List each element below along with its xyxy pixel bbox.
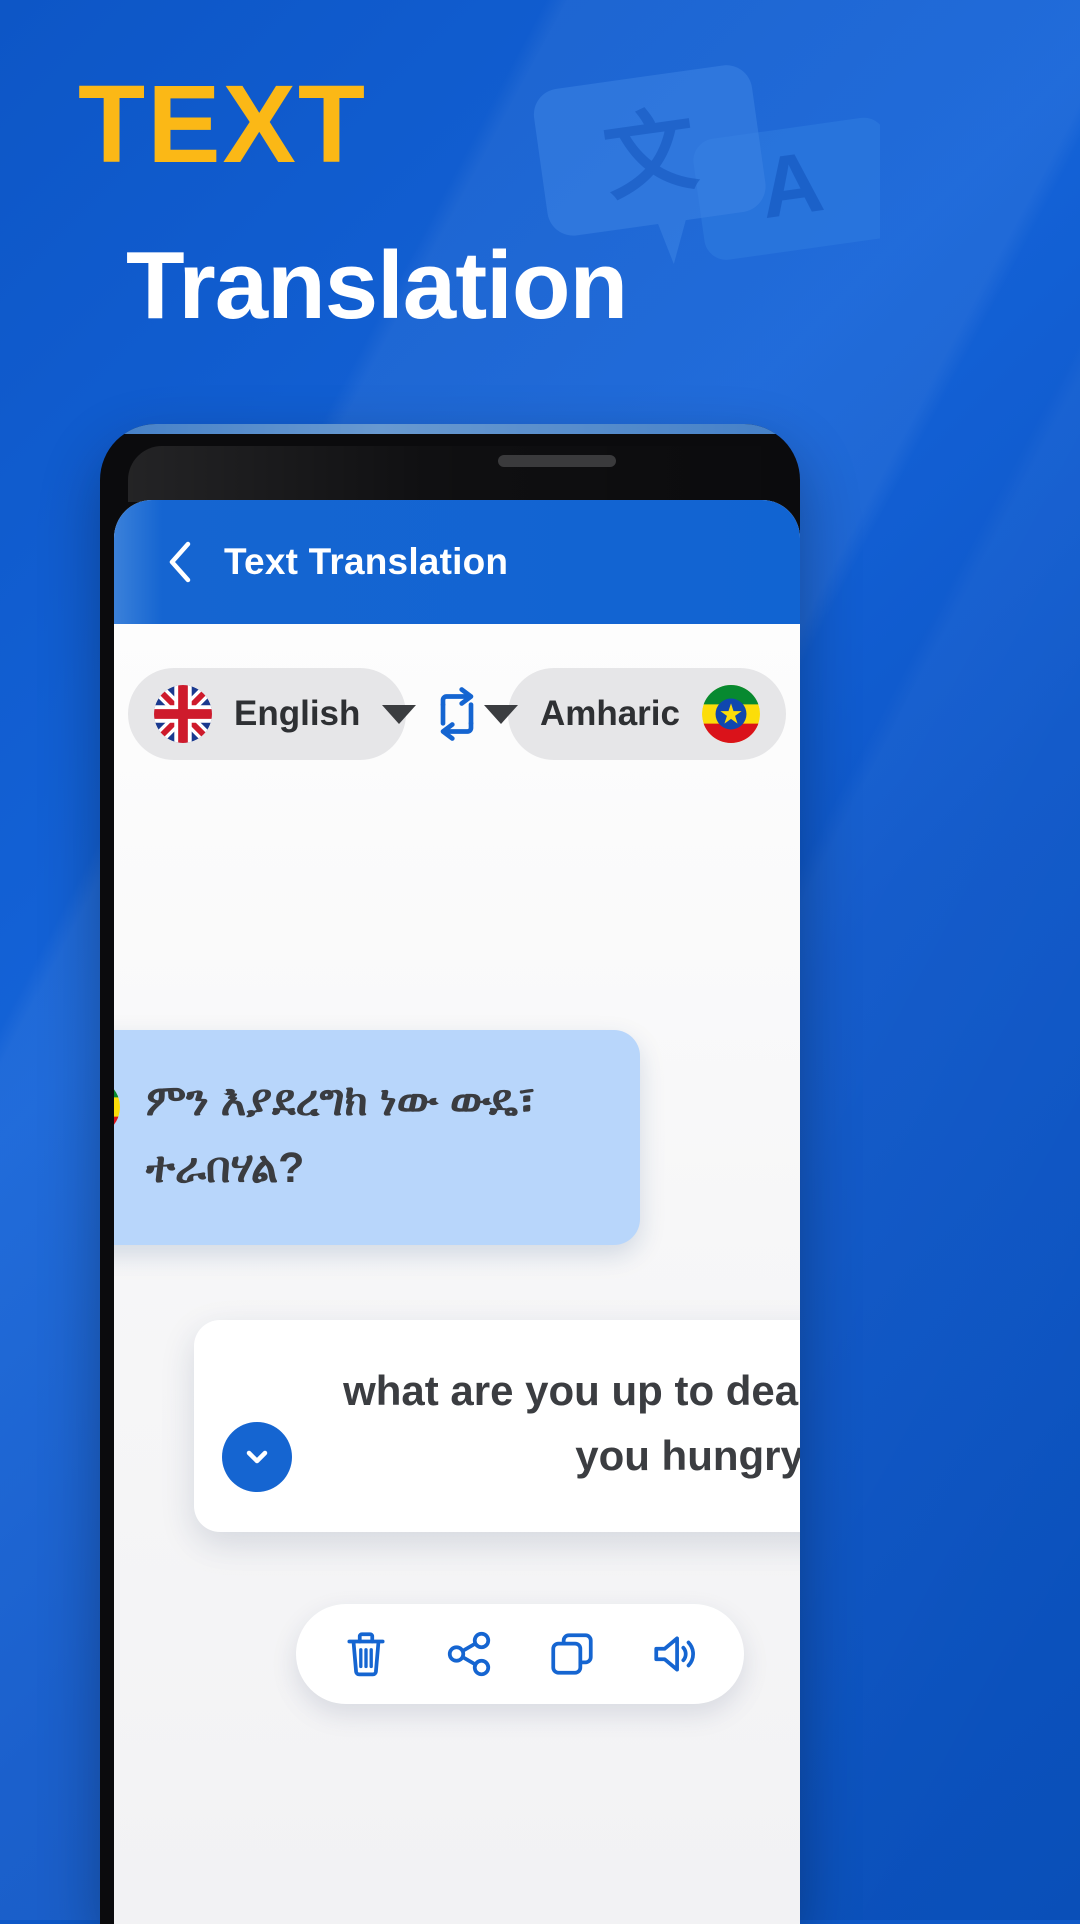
target-language-label: Amharic bbox=[539, 694, 680, 733]
earpiece-speaker bbox=[498, 455, 616, 467]
share-icon bbox=[447, 1631, 490, 1677]
uk-flag-icon bbox=[154, 685, 212, 743]
copy-icon bbox=[550, 1633, 593, 1675]
chevron-left-icon bbox=[169, 541, 191, 583]
translation-result-body: what are you up to dear, Are you hungry? bbox=[314, 1358, 800, 1495]
ethiopia-flag-icon bbox=[702, 685, 760, 743]
chevron-down-icon bbox=[483, 704, 518, 724]
share-button[interactable] bbox=[431, 1616, 507, 1692]
swap-languages-button[interactable] bbox=[420, 686, 494, 742]
back-button[interactable] bbox=[160, 541, 200, 583]
source-message-text: ምን እያደረግክ ነው ውዴ፣ ተራበሃል? bbox=[146, 1077, 536, 1192]
phone-edge-highlight bbox=[100, 424, 800, 434]
speak-button[interactable] bbox=[637, 1616, 713, 1692]
copy-button[interactable] bbox=[534, 1616, 610, 1692]
source-message-bubble[interactable]: ምን እያደረግክ ነው ውዴ፣ ተራበሃል? bbox=[114, 1030, 640, 1246]
phone-mockup: Text Translation English Amharic ምን እያደረ… bbox=[100, 424, 800, 1924]
trash-icon bbox=[346, 1632, 385, 1677]
source-language-selector[interactable]: English bbox=[128, 668, 417, 760]
phone-bezel-sheen bbox=[128, 446, 800, 502]
delete-button[interactable] bbox=[328, 1616, 404, 1692]
headline-primary: TEXT bbox=[78, 63, 368, 186]
source-language-label: English bbox=[234, 694, 361, 733]
app-bar: Text Translation bbox=[114, 500, 800, 624]
translation-screen-body: English Amharic ምን እያደረግክ ነው ውዴ፣ ተራበሃል? … bbox=[114, 624, 800, 1924]
target-language-selector[interactable]: Amharic bbox=[483, 668, 786, 760]
translation-result-text: what are you up to dear, Are you hungry? bbox=[343, 1366, 800, 1479]
message-action-toolbar bbox=[296, 1604, 744, 1704]
chevron-down-icon bbox=[382, 704, 417, 724]
chevron-down-circle-icon bbox=[246, 1450, 268, 1464]
headline-secondary: Translation bbox=[126, 232, 628, 339]
promo-headline: TEXT Translation bbox=[0, 70, 1080, 334]
speaker-icon bbox=[653, 1636, 695, 1672]
expand-translation-button[interactable] bbox=[222, 1422, 292, 1492]
swap-languages-icon bbox=[440, 687, 474, 741]
language-selector-row: English Amharic bbox=[114, 668, 800, 760]
phone-screen: Text Translation English Amharic ምን እያደረ… bbox=[114, 500, 800, 1924]
translation-result-card[interactable]: what are you up to dear, Are you hungry? bbox=[194, 1320, 800, 1532]
ethiopia-flag-icon bbox=[114, 1078, 120, 1136]
page-title: Text Translation bbox=[224, 541, 509, 582]
